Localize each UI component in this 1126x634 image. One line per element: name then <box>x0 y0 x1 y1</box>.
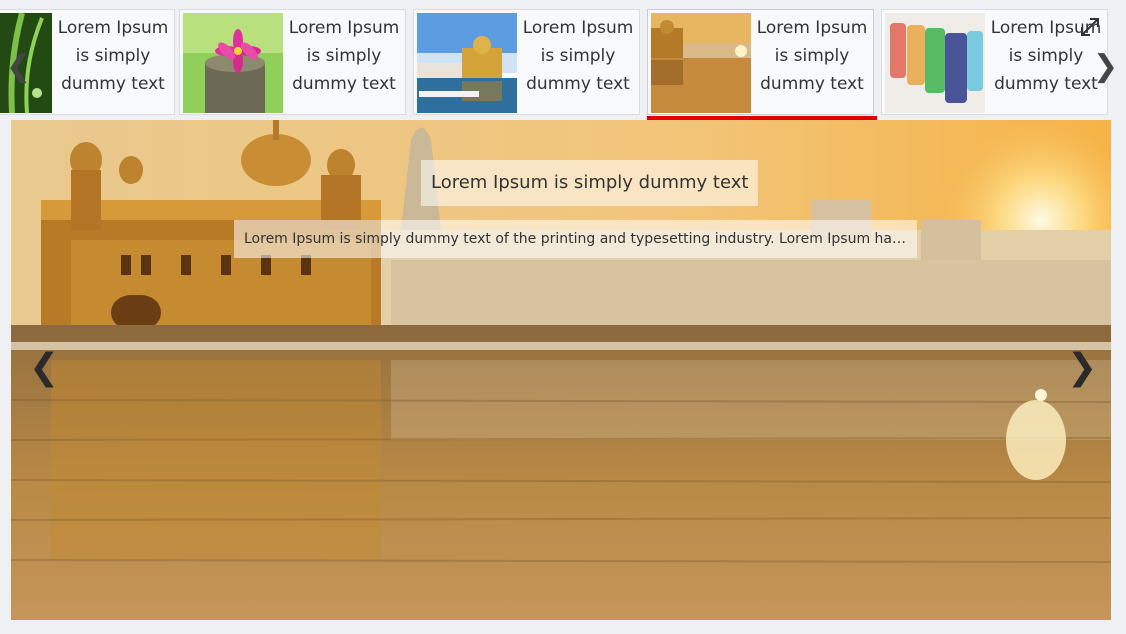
thumbnail-5[interactable]: Lorem Ipsum is simply dummy text <box>881 9 1108 115</box>
thumbnail-caption: Lorem Ipsum is simply dummy text <box>57 18 169 94</box>
expand-icon[interactable] <box>1078 15 1102 39</box>
thumbnail-4[interactable]: Lorem Ipsum is simply dummy text <box>647 9 874 115</box>
thumbnail-image <box>183 13 283 113</box>
thumbnail-caption: Lorem Ipsum is simply dummy text <box>288 18 400 94</box>
slide-description: Lorem Ipsum is simply dummy text of the … <box>234 220 917 258</box>
slide-next-button[interactable]: ❯ <box>1067 348 1097 388</box>
thumbnail-2[interactable]: Lorem Ipsum is simply dummy text <box>179 9 406 115</box>
thumbnail-3[interactable]: Lorem Ipsum is simply dummy text <box>413 9 640 115</box>
slide-prev-button[interactable]: ❮ <box>29 348 59 388</box>
slide-title: Lorem Ipsum is simply dummy text <box>421 160 759 206</box>
thumbnail-image <box>417 13 517 113</box>
thumbnail-prev-button[interactable]: ❮ <box>6 52 31 82</box>
thumbnail-strip: Lorem Ipsum is simply dummy text Lorem I… <box>0 0 1126 131</box>
thumbnail-caption: Lorem Ipsum is simply dummy text <box>756 18 868 94</box>
main-slide: Lorem Ipsum is simply dummy text Lorem I… <box>11 120 1111 620</box>
thumbnail-next-button[interactable]: ❯ <box>1093 52 1118 82</box>
thumbnail-image <box>651 13 751 113</box>
thumbnail-image <box>885 13 985 113</box>
thumbnail-caption: Lorem Ipsum is simply dummy text <box>522 18 634 94</box>
